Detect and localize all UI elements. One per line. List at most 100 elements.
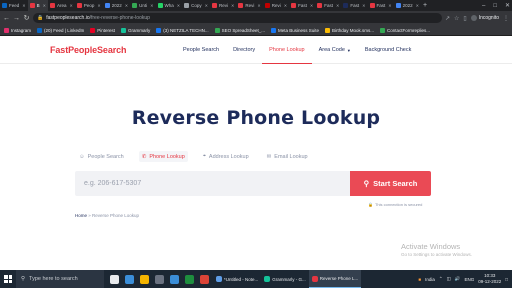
browser-tab[interactable]: Revi ✕ [210,0,236,11]
tab-favicon-icon [212,3,217,8]
bookmark-label: Birthday Mook.sms... [331,27,374,33]
incognito-profile[interactable]: Incognito [470,15,499,21]
nav-item-label: Background Check [364,47,412,53]
bookmark-favicon-icon [37,27,43,33]
taskbar-app[interactable]: Reverse Phone L... [308,270,362,288]
start-search-button[interactable]: ⚲ Start Search [350,171,431,196]
store-icon[interactable] [155,274,164,284]
tab-favicon-icon [238,3,244,8]
tab-phone-lookup[interactable]: ✆ Phone Lookup [138,151,188,162]
close-tab-icon[interactable]: ✕ [231,3,234,8]
india-flag-icon[interactable]: ■ [418,277,421,282]
breadcrumb-home[interactable]: Home [75,213,87,218]
nav-item-phone-lookup[interactable]: Phone Lookup [262,36,313,65]
site-logo[interactable]: FastPeopleSearch [50,45,127,55]
app-icon [264,276,271,282]
edge-icon[interactable] [125,274,134,284]
nav-item-area-code[interactable]: Area Code ▼ [312,36,358,64]
nav-item-background-check[interactable]: Background Check [358,36,418,64]
notification-icon[interactable]: □ [505,277,508,282]
taskbar-app[interactable]: *Untitled - Note... [213,270,261,288]
browser-tab[interactable]: Peop ✕ [75,0,103,11]
forward-icon[interactable]: → [13,15,20,22]
close-tab-icon[interactable]: ✕ [336,3,339,8]
bookmark-item[interactable]: Grammarly [120,27,150,33]
nav-item-directory[interactable]: Directory [226,36,262,64]
browser-tab[interactable]: Wha ✕ [156,0,183,11]
tab-label: 2022 [402,3,413,8]
tab-email-lookup[interactable]: ✉ Email Lookup [264,151,311,162]
browser-tab[interactable]: Unti ✕ [130,0,155,11]
bookmark-item[interactable]: Birthday Mook.sms... [324,27,374,33]
browser-tab[interactable]: Revi ✕ [236,0,262,11]
close-tab-icon[interactable]: ✕ [362,3,365,8]
phone-number-input[interactable] [75,171,350,196]
browser-tab[interactable]: Feed ✕ [0,0,28,11]
chevron-up-icon[interactable]: ⌃ [439,276,443,282]
close-icon[interactable]: ✕ [505,2,510,9]
browser-tab[interactable]: 2022 ✕ [103,0,130,11]
url-input[interactable]: 🔒 fastpeoplesearch.io/free-reverse-phone… [33,13,442,23]
browser-tab[interactable]: Revi ✕ [263,0,289,11]
bookmark-star-icon[interactable]: ☆ [454,15,459,22]
close-tab-icon[interactable]: ✕ [177,3,180,8]
bookmark-item[interactable]: Pinterest [90,27,115,33]
taskbar-search[interactable]: ⚲ Type here to search [16,270,104,288]
tab-favicon-icon [395,3,401,8]
close-tab-icon[interactable]: ✕ [97,3,100,8]
close-tab-icon[interactable]: ✕ [257,3,260,8]
nav-item-people-search[interactable]: People Search [176,36,226,64]
close-tab-icon[interactable]: ✕ [70,3,73,8]
browser-tab[interactable]: Fast ✕ [341,0,367,11]
close-tab-icon[interactable]: ✕ [150,3,153,8]
bookmark-item[interactable]: (20) Feed | LinkedIn [37,27,84,33]
close-tab-icon[interactable]: ✕ [125,3,128,8]
tab-favicon-icon [104,3,110,8]
tab-address-lookup[interactable]: ⌖ Address Lookup [200,151,252,162]
browser-tab[interactable]: Fast ✕ [315,0,341,11]
browser-tab[interactable]: Fast ✕ [368,0,394,11]
browser-tab[interactable]: Copy ✕ [182,0,210,11]
browser-tab[interactable]: Area ✕ [48,0,75,11]
bookmark-label: (3) NETZILA TECHN... [163,27,209,33]
excel-icon[interactable] [185,274,194,284]
back-icon[interactable]: ← [3,15,10,22]
menu-icon[interactable]: ⋮ [503,15,509,22]
bookmark-item[interactable]: ContactFormreplies... [380,27,430,33]
bookmark-item[interactable]: SEO SpreadSheet_... [214,27,265,33]
nav-item-label: Directory [233,47,256,53]
taskbar-app[interactable]: Grammarly - G... [261,270,309,288]
close-tab-icon[interactable]: ✕ [43,3,46,8]
close-tab-icon[interactable]: ✕ [388,3,391,8]
browser-tab[interactable]: 2022 ✕ [394,0,421,11]
close-tab-icon[interactable]: ✕ [416,3,419,8]
bookmark-item[interactable]: Instagram [4,27,31,33]
bookmark-item[interactable]: (3) NETZILA TECHN... [156,27,209,33]
start-button[interactable] [0,270,16,288]
network-icon[interactable]: ◫ [447,276,451,282]
browser-tab[interactable]: Fast ✕ [289,0,315,11]
lock-icon[interactable]: 🔒 [37,15,43,21]
volume-icon[interactable]: 🔊 [455,276,461,282]
close-tab-icon[interactable]: ✕ [310,3,313,8]
close-tab-icon[interactable]: ✕ [284,3,287,8]
browser-tab[interactable]: B ✕ [27,0,48,11]
file-explorer-icon[interactable] [140,274,149,284]
split-view-icon[interactable]: ▯ [463,15,466,22]
close-tab-icon[interactable]: ✕ [22,3,25,8]
minimize-icon[interactable]: – [482,3,485,9]
task-view-icon[interactable] [110,274,119,284]
close-tab-icon[interactable]: ✕ [205,3,208,8]
reload-icon[interactable]: ↻ [23,14,30,22]
share-icon[interactable]: ↗ [445,15,450,22]
tab-favicon-icon [132,3,138,8]
new-tab-icon[interactable]: + [421,2,429,9]
mail-icon[interactable] [170,274,179,284]
maximize-icon[interactable]: □ [493,3,497,9]
bookmark-favicon-icon [380,27,385,33]
tab-people-search[interactable]: ☺ People Search [76,151,127,162]
search-form: ⚲ Start Search [75,171,431,196]
chrome-icon[interactable] [200,274,209,284]
bookmark-item[interactable]: Meta Business Suite [270,27,319,33]
clock[interactable]: 10:33 09-12-2022 [478,273,501,285]
